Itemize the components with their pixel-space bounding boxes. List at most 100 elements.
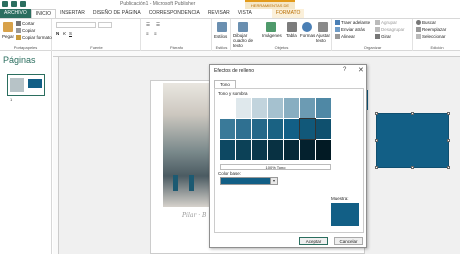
tab-insertar[interactable]: INSERTAR	[56, 9, 89, 18]
tab-correspondencia[interactable]: CORRESPONDENCIA	[145, 9, 204, 18]
tab-diseno-pagina[interactable]: DISEÑO DE PÁGINA	[89, 9, 145, 18]
styles-group-label: Estilos	[215, 45, 228, 50]
cut-button[interactable]: Cortar	[16, 21, 35, 27]
color-swatch[interactable]	[316, 119, 331, 139]
copy-icon	[16, 28, 21, 34]
undo-icon[interactable]	[11, 1, 17, 7]
resize-handle[interactable]	[447, 139, 450, 142]
paste-button[interactable]: Pegar	[2, 34, 14, 39]
bring-forward-button[interactable]: Traer adelante	[335, 20, 370, 26]
resize-handle[interactable]	[447, 112, 450, 115]
color-swatch[interactable]	[300, 98, 315, 118]
color-swatch[interactable]	[284, 98, 299, 118]
arrange-group: Traer adelante Enviar atrás Alinear Agru…	[333, 19, 413, 51]
align-button[interactable]: Alinear	[335, 34, 355, 40]
font-size-box[interactable]	[98, 22, 112, 28]
wrap-text-button[interactable]: Ajustar texto	[316, 33, 330, 43]
resize-handle[interactable]	[375, 112, 378, 115]
scissors-icon	[16, 21, 21, 27]
ungroup-button[interactable]: Desagrupar	[375, 27, 405, 33]
color-swatch[interactable]	[268, 98, 283, 118]
send-backward-button[interactable]: Enviar atrás	[335, 27, 365, 33]
bold-icon[interactable]: N	[56, 31, 59, 36]
resize-handle[interactable]	[375, 166, 378, 169]
redo-icon[interactable]	[20, 1, 26, 7]
help-icon[interactable]: ?	[343, 67, 346, 73]
vertical-ruler	[53, 57, 59, 254]
color-swatch[interactable]	[220, 98, 235, 118]
color-swatch[interactable]	[236, 98, 251, 118]
color-swatch[interactable]	[252, 98, 267, 118]
cancel-button[interactable]: Cancelar	[334, 237, 363, 245]
bring-forward-icon	[335, 20, 340, 26]
dialog-title: Efectos de relleno	[214, 68, 255, 74]
color-swatch[interactable]	[268, 119, 283, 139]
fill-effects-dialog: Efectos de relleno ? ✕ Tono Tono y sombr…	[209, 64, 367, 248]
selected-rectangle-shape[interactable]	[375, 112, 450, 169]
pictures-button[interactable]: Imágenes	[262, 33, 282, 38]
accept-button[interactable]: Aceptar	[299, 237, 328, 245]
tab-inicio[interactable]: INICIO	[30, 9, 57, 18]
tab-tono[interactable]: Tono	[214, 80, 236, 88]
tab-revisar[interactable]: REVISAR	[204, 9, 234, 18]
signature-text: Pilar · B	[182, 212, 207, 219]
color-swatch[interactable]	[316, 98, 331, 118]
quick-access-toolbar	[2, 1, 26, 7]
save-icon[interactable]	[2, 1, 8, 7]
close-icon[interactable]: ✕	[358, 66, 364, 74]
objects-group-label: Objetos	[274, 45, 289, 50]
font-group: N K S Fuente	[53, 19, 141, 51]
pictures-icon	[266, 22, 276, 32]
base-color-dropdown[interactable]: ▾	[220, 177, 278, 185]
italic-icon[interactable]: K	[63, 31, 66, 36]
tab-archivo[interactable]: ARCHIVO	[0, 9, 31, 18]
color-swatch[interactable]	[299, 118, 316, 140]
resize-handle[interactable]	[375, 139, 378, 142]
color-swatch[interactable]	[252, 119, 267, 139]
styles-button[interactable]: Estilos	[214, 34, 227, 39]
align-center-icon[interactable]: ≡	[154, 31, 157, 36]
replace-button[interactable]: Reemplazar	[416, 27, 446, 33]
color-swatch[interactable]	[300, 140, 315, 160]
underline-icon[interactable]: S	[69, 31, 72, 36]
color-swatch[interactable]	[268, 140, 283, 160]
thumbnail-shape	[28, 79, 42, 88]
resize-handle[interactable]	[411, 166, 414, 169]
tint-shade-label: Tono y sombra	[218, 91, 248, 96]
color-swatch[interactable]	[236, 140, 251, 160]
paragraph-group-label: Párrafo	[169, 45, 184, 50]
shapes-button[interactable]: Formas	[300, 33, 315, 38]
tab-vista[interactable]: VISTA	[234, 9, 256, 18]
page-thumbnail[interactable]	[7, 74, 45, 96]
color-swatch[interactable]	[284, 140, 299, 160]
font-name-box[interactable]	[56, 22, 96, 28]
sample-label: Muestra:	[331, 196, 349, 201]
shapes-icon	[302, 22, 312, 32]
copy-button[interactable]: Copiar	[16, 28, 35, 34]
stool-shape	[173, 175, 178, 191]
find-button[interactable]: Buscar	[416, 20, 436, 26]
bullets-icon[interactable]: ☰	[146, 22, 150, 28]
color-swatch[interactable]	[220, 140, 235, 160]
rotate-button[interactable]: Girar	[375, 34, 391, 40]
ungroup-icon	[375, 27, 380, 33]
format-painter-button[interactable]: Copiar formato	[16, 35, 52, 41]
numbering-icon[interactable]: ☰	[156, 22, 160, 28]
color-swatch[interactable]	[252, 140, 267, 160]
resize-handle[interactable]	[411, 112, 414, 115]
color-swatch[interactable]	[236, 119, 251, 139]
table-button[interactable]: Tabla	[286, 33, 297, 38]
wrap-text-icon	[318, 22, 328, 32]
align-icon	[335, 34, 340, 40]
color-swatch[interactable]	[284, 119, 299, 139]
clipboard-group: Pegar Cortar Copiar Copiar formato Porta…	[0, 19, 52, 51]
select-button[interactable]: Seleccionar	[416, 34, 446, 40]
window-title: Publicación1 - Microsoft Publisher	[120, 1, 196, 7]
table-icon	[287, 22, 297, 32]
resize-handle[interactable]	[447, 166, 450, 169]
tab-formato[interactable]: FORMATO	[271, 9, 305, 18]
color-swatch[interactable]	[220, 119, 235, 139]
align-left-icon[interactable]: ≡	[146, 31, 149, 36]
group-button[interactable]: Agrupar	[375, 20, 397, 26]
color-swatch[interactable]	[316, 140, 331, 160]
